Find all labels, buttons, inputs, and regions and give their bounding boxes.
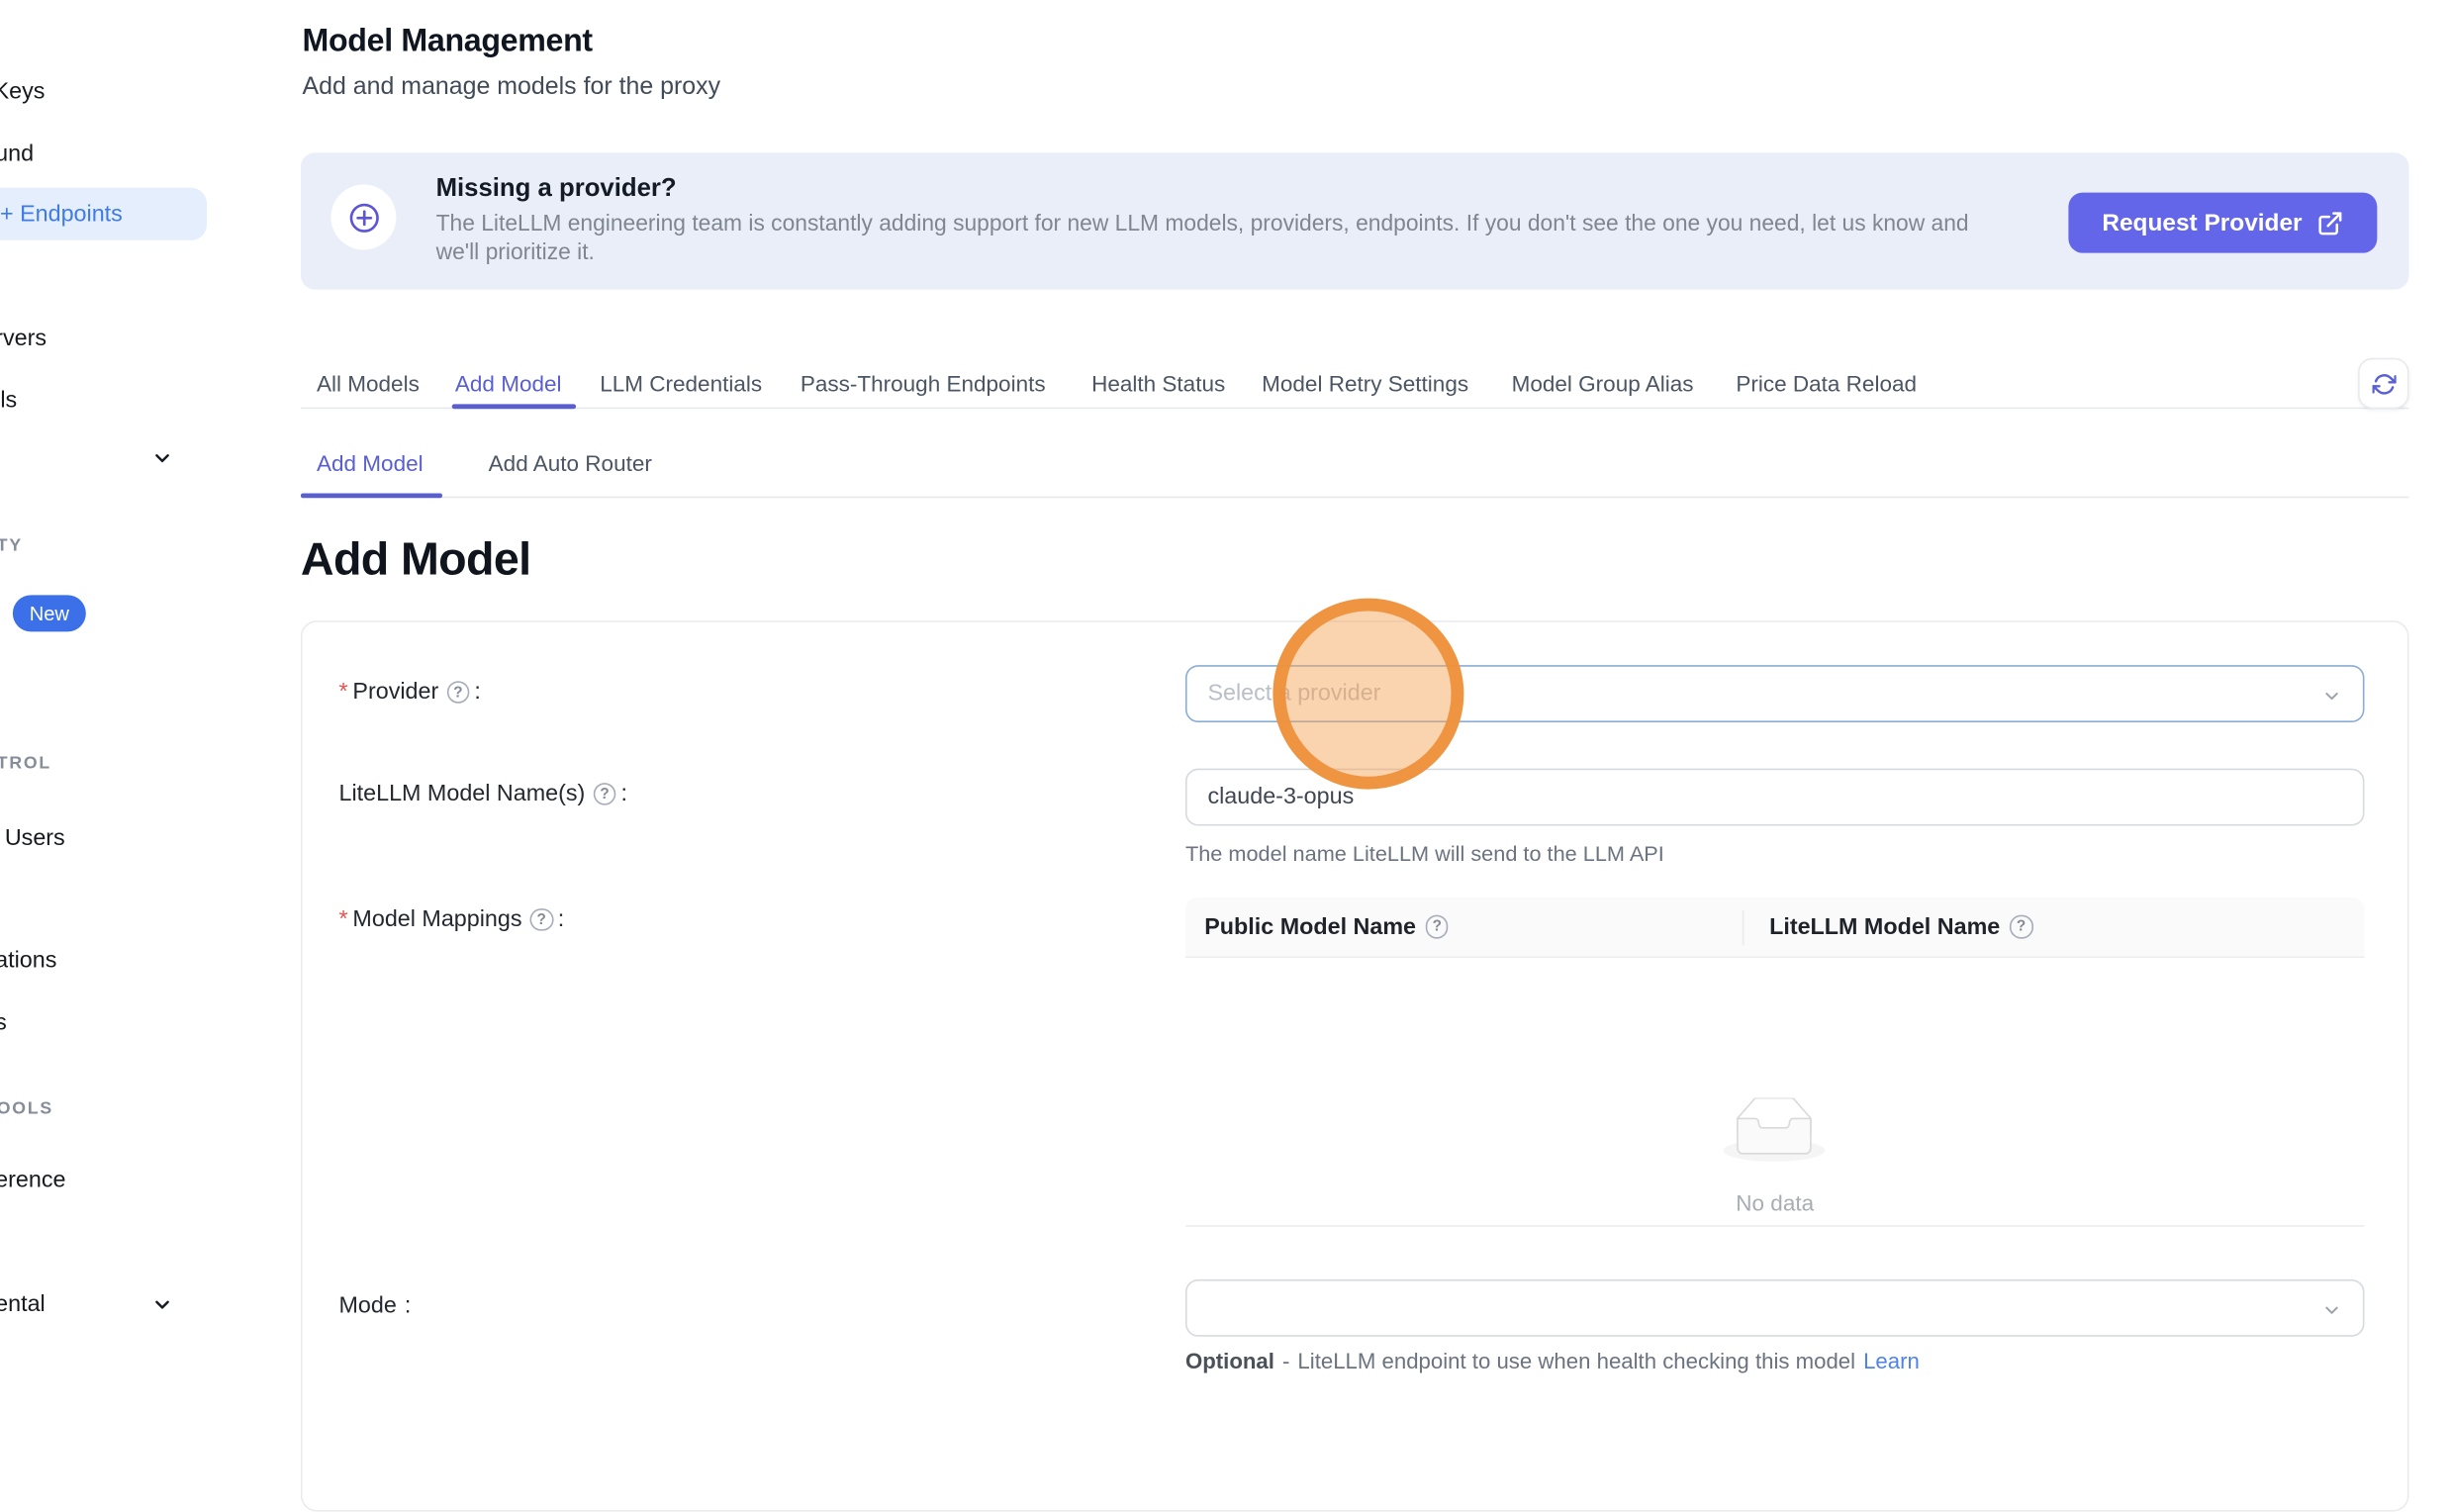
help-icon[interactable]: ?	[2010, 915, 2032, 938]
tabs-divider	[301, 408, 2409, 410]
model-mappings-label: * Model Mappings ? :	[339, 907, 565, 933]
help-icon[interactable]: ?	[593, 783, 615, 805]
chevron-down-icon[interactable]	[151, 447, 174, 470]
active-subtab-underline	[301, 493, 442, 498]
column-public-model-name: Public Model Name ?	[1185, 898, 1743, 956]
mode-label: Mode :	[339, 1293, 412, 1319]
sidebar-section-header: TROL	[0, 754, 51, 773]
plus-circle-icon	[330, 185, 396, 250]
provider-label: * Provider ? :	[339, 680, 481, 706]
sidebar-section-header: OOLS	[0, 1099, 53, 1118]
tab-health-status[interactable]: Health Status	[1091, 371, 1225, 397]
help-icon[interactable]: ?	[446, 681, 469, 704]
tab-model-retry-settings[interactable]: Model Retry Settings	[1262, 371, 1468, 397]
model-name-helper: The model name LiteLLM will send to the …	[1185, 842, 1664, 866]
sidebar-item-models-endpoints[interactable]: + Endpoints	[0, 188, 207, 240]
mode-select[interactable]	[1185, 1279, 2365, 1337]
subtabs-divider	[301, 497, 2409, 499]
sidebar-item-teams[interactable]: s	[0, 1010, 7, 1036]
required-mark: *	[339, 680, 348, 706]
click-highlight-indicator	[1273, 599, 1463, 790]
column-litellm-model-name: LiteLLM Model Name ?	[1743, 898, 2365, 956]
banner-text-line2: we'll prioritize it.	[436, 240, 595, 266]
subtab-add-auto-router[interactable]: Add Auto Router	[489, 450, 652, 476]
sidebar-item-guardrails[interactable]: ils	[0, 388, 17, 414]
sidebar-item-reference[interactable]: erence	[0, 1168, 65, 1193]
tab-add-model[interactable]: Add Model	[455, 371, 562, 397]
sidebar-section-header: TY	[0, 536, 23, 555]
sidebar-item-label: + Endpoints	[0, 201, 123, 227]
new-badge: New	[13, 595, 86, 631]
sidebar: Keys und + Endpoints rvers ils TY New TR…	[0, 0, 296, 1370]
banner-title: Missing a provider?	[436, 175, 677, 204]
banner-text-line1: The LiteLLM engineering team is constant…	[436, 212, 1969, 237]
header-divider	[1743, 910, 1744, 945]
sidebar-item-experimental[interactable]: ental	[0, 1292, 46, 1318]
no-data-text: No data	[1185, 1190, 2365, 1216]
page-subtitle: Add and manage models for the proxy	[303, 73, 721, 102]
request-provider-button[interactable]: Request Provider	[2068, 193, 2377, 253]
app-canvas: Keys und + Endpoints rvers ils TY New TR…	[0, 0, 2451, 1370]
chevron-down-icon	[2321, 686, 2342, 707]
help-icon[interactable]: ?	[530, 908, 553, 931]
chevron-down-icon	[2321, 1300, 2342, 1321]
sidebar-item-servers[interactable]: rvers	[0, 327, 47, 352]
sidebar-item-users[interactable]: Users	[5, 826, 65, 852]
request-provider-label: Request Provider	[2102, 209, 2302, 236]
sidebar-item-keys[interactable]: Keys	[0, 79, 45, 105]
empty-inbox-icon	[1723, 1098, 1825, 1164]
model-names-label: LiteLLM Model Name(s) ? :	[339, 782, 627, 807]
tab-llm-credentials[interactable]: LLM Credentials	[600, 371, 762, 397]
sidebar-item-organizations[interactable]: ations	[0, 948, 56, 974]
page-title: Model Management	[303, 24, 593, 60]
learn-link[interactable]: Learn	[1863, 1350, 1920, 1373]
table-header: Public Model Name ? LiteLLM Model Name ?	[1185, 898, 2365, 958]
chevron-down-icon[interactable]	[151, 1293, 174, 1316]
model-mappings-table: Public Model Name ? LiteLLM Model Name ?…	[1185, 898, 2365, 1227]
active-tab-underline	[452, 404, 576, 409]
tab-pass-through-endpoints[interactable]: Pass-Through Endpoints	[801, 371, 1046, 397]
table-empty-state: No data	[1185, 958, 2365, 1227]
tab-price-data-reload[interactable]: Price Data Reload	[1736, 371, 1917, 397]
subtab-add-model[interactable]: Add Model	[317, 450, 424, 476]
refresh-icon	[2372, 371, 2396, 395]
add-model-heading: Add Model	[301, 534, 531, 587]
mode-helper: Optional - LiteLLM endpoint to use when …	[1185, 1350, 1920, 1373]
required-mark: *	[339, 907, 348, 933]
external-link-icon	[2316, 209, 2343, 236]
sidebar-item-playground[interactable]: und	[0, 142, 34, 167]
tab-all-models[interactable]: All Models	[317, 371, 420, 397]
help-icon[interactable]: ?	[1426, 915, 1449, 938]
tab-model-group-alias[interactable]: Model Group Alias	[1512, 371, 1694, 397]
refresh-button[interactable]	[2358, 358, 2408, 409]
